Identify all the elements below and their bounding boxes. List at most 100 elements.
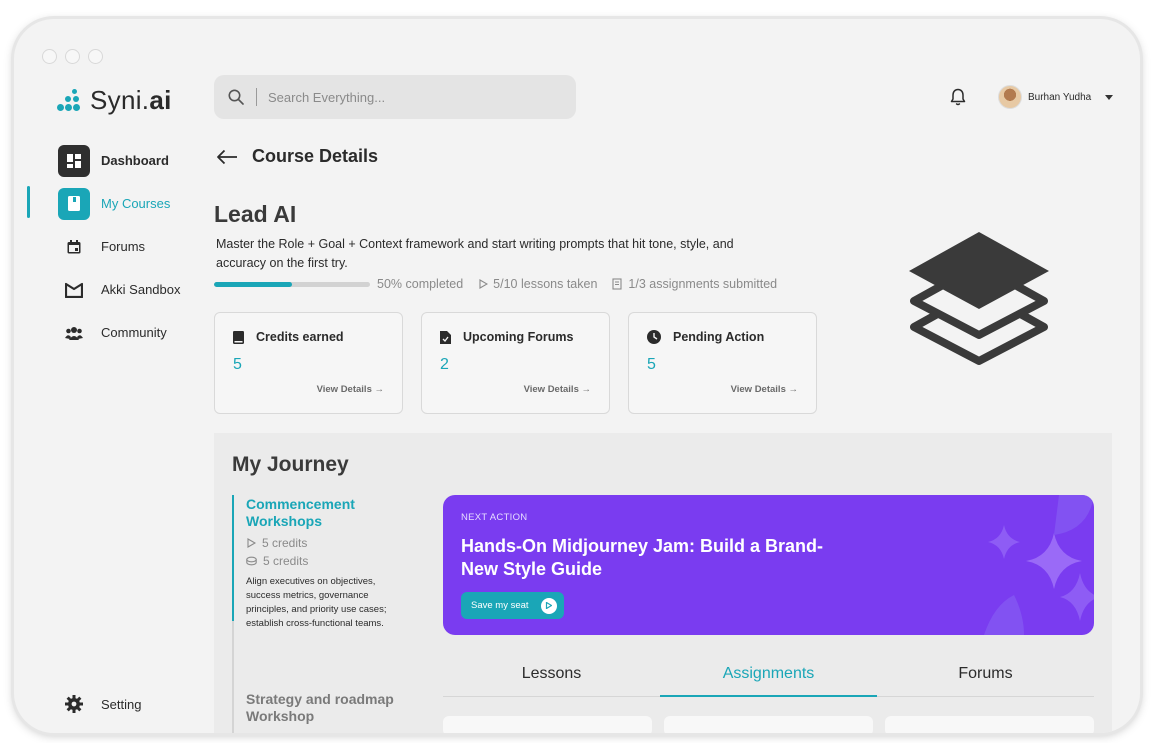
sidebar-item-label: Forums xyxy=(101,239,146,254)
assignment-icon xyxy=(612,278,622,290)
tab-lessons[interactable]: Lessons xyxy=(443,665,660,696)
book-icon xyxy=(233,330,244,344)
sidebar-item-dashboard[interactable]: Dashboard xyxy=(14,139,204,182)
chevron-down-icon xyxy=(1105,94,1114,100)
search-icon xyxy=(228,89,244,105)
progress-text: 50% completed xyxy=(377,277,464,291)
timeline-progress xyxy=(232,495,234,621)
step-meta: 5 credits xyxy=(246,536,406,550)
dashboard-icon xyxy=(58,144,90,177)
view-details-link[interactable]: View Details → xyxy=(524,384,591,395)
view-details-link[interactable]: View Details → xyxy=(317,384,384,395)
card-label: Credits earned xyxy=(256,330,344,344)
course-title: Lead AI xyxy=(214,201,297,227)
card-value: 5 xyxy=(233,356,242,373)
pending-action-card: Pending Action 5 View Details → xyxy=(628,312,817,414)
step-credits: 5 credits xyxy=(263,554,309,568)
card-value: 5 xyxy=(647,356,656,373)
back-arrow-icon[interactable] xyxy=(216,149,238,165)
progress-bar-fill xyxy=(214,281,292,287)
stat-cards: Credits earned 5 View Details → Upcoming… xyxy=(214,312,817,414)
step-title: Commencement Workshops xyxy=(246,496,355,529)
avatar xyxy=(998,85,1022,109)
card-label: Pending Action xyxy=(673,330,765,344)
app-window: Syni.ai Dashboard My Courses Forums Akki… xyxy=(14,19,1140,733)
sidebar-item-forums[interactable]: Forums xyxy=(14,225,204,268)
sandbox-icon xyxy=(58,274,90,306)
journey-step-strategy[interactable]: Strategy and roadmap Workshop xyxy=(246,691,406,725)
card-header: Upcoming Forums xyxy=(440,330,573,344)
search-input[interactable]: Search Everything... xyxy=(214,75,576,119)
gear-icon xyxy=(58,695,90,713)
sidebar-item-label: Community xyxy=(101,325,167,340)
search-placeholder: Search Everything... xyxy=(268,89,386,105)
play-icon xyxy=(247,538,256,548)
card-header: Pending Action xyxy=(647,330,764,344)
document-icon xyxy=(440,330,451,344)
journey-tabs: Lessons Assignments Forums xyxy=(443,665,1094,697)
arrow-right-icon: → xyxy=(581,384,592,395)
book-icon xyxy=(58,187,90,220)
sidebar-item-label: Akki Sandbox xyxy=(101,282,181,297)
assignments-meta: 1/3 assignments submitted xyxy=(612,277,777,291)
next-action-label: NEXT ACTION xyxy=(461,512,528,523)
sidebar-item-label: Setting xyxy=(101,696,142,712)
course-description: Master the Role + Goal + Context framewo… xyxy=(216,237,734,270)
window-minimize-button[interactable] xyxy=(65,49,80,64)
arrow-right-icon: → xyxy=(788,384,799,395)
button-label: Save my seat xyxy=(471,600,529,611)
logo-mark-icon xyxy=(56,88,80,113)
page-header: Course Details xyxy=(216,146,378,167)
tab-content-cards xyxy=(443,716,1094,733)
next-action-card: NEXT ACTION Hands-On Midjourney Jam: Bui… xyxy=(443,495,1094,635)
community-icon xyxy=(58,317,90,349)
sidebar-item-label: Dashboard xyxy=(101,153,169,168)
tab-forums[interactable]: Forums xyxy=(877,665,1094,696)
arrow-right-icon: → xyxy=(374,384,385,395)
sidebar-item-label: My Courses xyxy=(101,196,171,211)
content-card[interactable] xyxy=(664,716,873,733)
credits-earned-card: Credits earned 5 View Details → xyxy=(214,312,403,414)
view-details-link[interactable]: View Details → xyxy=(731,384,798,395)
user-menu[interactable]: Burhan Yudha xyxy=(998,85,1114,109)
sparkles-icon xyxy=(984,495,1094,635)
play-icon xyxy=(479,279,489,289)
step-credits: 5 credits xyxy=(262,536,308,550)
sidebar-item-my-courses[interactable]: My Courses xyxy=(14,182,204,225)
upcoming-forums-card: Upcoming Forums 2 View Details → xyxy=(421,312,610,414)
layers-illustration-icon xyxy=(894,229,1064,394)
lessons-meta: 5/10 lessons taken xyxy=(478,277,597,291)
window-maximize-button[interactable] xyxy=(88,49,103,64)
journey-step-commencement[interactable]: Commencement Workshops 5 credits 5 credi… xyxy=(246,496,406,631)
coins-icon xyxy=(246,556,257,566)
brand-name: Syni.ai xyxy=(90,85,172,115)
window-controls xyxy=(42,49,103,64)
next-action-title: Hands-On Midjourney Jam: Build a Brand-N… xyxy=(461,536,824,579)
card-label: Upcoming Forums xyxy=(463,330,574,344)
assignments-text: 1/3 assignments submitted xyxy=(628,277,778,291)
tab-assignments[interactable]: Assignments xyxy=(660,665,877,697)
lessons-text: 5/10 lessons taken xyxy=(493,277,598,291)
calendar-icon xyxy=(58,231,90,263)
card-value: 2 xyxy=(440,356,449,373)
notification-bell-icon[interactable] xyxy=(950,88,966,111)
sidebar-item-community[interactable]: Community xyxy=(14,311,204,354)
content-card[interactable] xyxy=(443,716,652,733)
user-name: Burhan Yudha xyxy=(1028,91,1092,103)
page-title: Course Details xyxy=(252,146,379,166)
sidebar-nav: Dashboard My Courses Forums Akki Sandbox… xyxy=(14,139,204,354)
card-header: Credits earned xyxy=(233,330,344,344)
sidebar-item-setting[interactable]: Setting xyxy=(58,695,141,713)
window-close-button[interactable] xyxy=(42,49,57,64)
content-card[interactable] xyxy=(885,716,1094,733)
progress-bar xyxy=(214,281,370,287)
step-description: Align executives on objectives, success … xyxy=(246,576,387,629)
play-circle-icon xyxy=(540,597,557,614)
journey-section: My Journey Commencement Workshops 5 cred… xyxy=(214,433,1112,733)
brand-logo[interactable]: Syni.ai xyxy=(56,85,172,116)
course-progress: 50% completed 5/10 lessons taken 1/3 ass… xyxy=(214,277,777,291)
step-meta: 5 credits xyxy=(246,554,406,568)
sidebar-item-akki-sandbox[interactable]: Akki Sandbox xyxy=(14,268,204,311)
search-divider xyxy=(256,88,257,106)
save-my-seat-button[interactable]: Save my seat xyxy=(461,592,564,619)
